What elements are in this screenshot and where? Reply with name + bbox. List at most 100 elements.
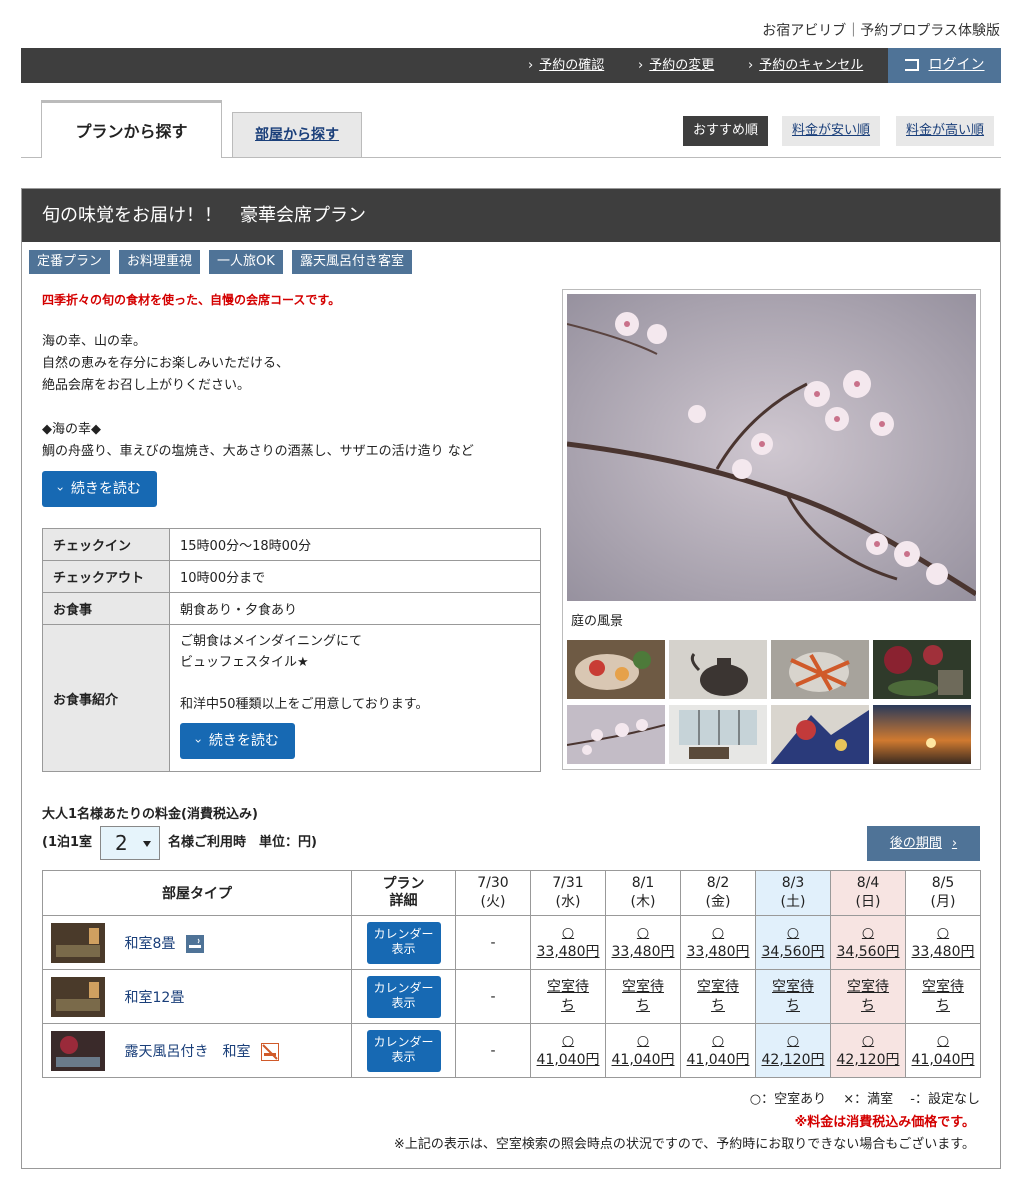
room-thumb-cell xyxy=(42,969,115,1024)
people-count-select[interactable]: 2 xyxy=(100,826,160,860)
calendar-button[interactable]: カレンダー 表示 xyxy=(366,921,441,964)
rate-cell[interactable]: ○ 33,480円 xyxy=(530,915,606,970)
people-suffix-label: 名様ご利用時 単位：円) xyxy=(168,835,317,850)
cherry-blossom-photo xyxy=(567,294,976,601)
header-date: 7/31 (水) xyxy=(530,870,606,916)
plan-title: 旬の味覚をお届け！！ 豪華会席プラン xyxy=(22,189,1000,242)
checkin-label: チェックイン xyxy=(42,528,170,561)
nav-reservation-change[interactable]: 予約の変更 xyxy=(638,48,714,83)
room-photo[interactable] xyxy=(51,1030,105,1071)
thumbnail[interactable] xyxy=(567,640,665,699)
room-photo[interactable] xyxy=(51,976,105,1017)
sunset-photo xyxy=(873,705,971,764)
tab-search-by-room[interactable]: 部屋から探す xyxy=(232,112,362,157)
room-name-cell: 和室12畳 xyxy=(114,969,352,1024)
header-date: 8/1 (木) xyxy=(605,870,681,916)
photo-caption: 庭の風景 xyxy=(571,614,624,629)
chevron-down-icon: › xyxy=(191,738,206,744)
room-window-photo xyxy=(669,705,767,764)
rate-cell[interactable]: ○ 41,040円 xyxy=(530,1023,606,1078)
tab-search-by-plan[interactable]: プランから探す xyxy=(41,100,222,158)
smoking-icon xyxy=(185,934,204,953)
thumbnail[interactable] xyxy=(669,640,767,699)
sort-price-high[interactable]: 料金が高い順 xyxy=(896,116,995,146)
rate-cell[interactable]: ○ 34,560円 xyxy=(755,915,831,970)
meal-intro-text: ご朝食はメインダイニングにて ビュッフェスタイル★ 和洋中50種類以上をご用意し… xyxy=(180,634,429,712)
rate-cell[interactable]: 空室待 ち xyxy=(530,969,606,1024)
nav-reservation-check[interactable]: 予約の確認 xyxy=(528,48,604,83)
thumbnail[interactable] xyxy=(873,640,971,699)
meal-read-more-button[interactable]: › 続きを読む xyxy=(180,723,295,759)
rate-cell[interactable]: ○ 41,040円 xyxy=(680,1023,756,1078)
rate-cell[interactable]: 空室待 ち xyxy=(680,969,756,1024)
table-row: 和室12畳 カレンダー 表示 - 空室待 ち 空室待 ち 空室待 ち 空室待 ち… xyxy=(42,969,981,1024)
price-title: 大人1名様あたりの料金(消費税込み) xyxy=(42,807,258,822)
room-name-cell: 露天風呂付き 和室 xyxy=(114,1023,352,1078)
plan-description: 海の幸、山の幸。 自然の恵みを存分にお楽しみいただける、 絶品会席をお召し上がり… xyxy=(42,334,474,459)
checkin-value: 15時00分～18時00分 xyxy=(169,528,541,561)
calendar-cell: カレンダー 表示 xyxy=(351,915,456,970)
rate-cell[interactable]: ○ 34,560円 xyxy=(830,915,906,970)
thumbnail[interactable] xyxy=(873,705,971,764)
room-name-cell: 和室8畳 xyxy=(114,915,352,970)
thumbnail[interactable] xyxy=(669,705,767,764)
rate-cell[interactable]: ○ 33,480円 xyxy=(680,915,756,970)
teapot-photo xyxy=(669,640,767,699)
table-row: 露天風呂付き 和室 カレンダー 表示 - ○ 41,040円 ○ 41,040円… xyxy=(42,1023,981,1078)
header-date: 7/30 (火) xyxy=(455,870,531,916)
rate-cell[interactable]: 空室待 ち xyxy=(605,969,681,1024)
no-smoking-icon xyxy=(260,1042,279,1061)
rate-cell: - xyxy=(455,915,531,970)
rate-cell[interactable]: ○ 33,480円 xyxy=(905,915,981,970)
calendar-cell: カレンダー 表示 xyxy=(351,1023,456,1078)
photo-gallery: 庭の風景 xyxy=(562,289,981,770)
sashimi-photo xyxy=(567,640,665,699)
rate-cell[interactable]: 空室待 ち xyxy=(830,969,906,1024)
room-photo[interactable] xyxy=(51,922,105,963)
calendar-button[interactable]: カレンダー 表示 xyxy=(366,975,441,1018)
login-label: ログイン xyxy=(928,57,985,73)
kimono-photo xyxy=(771,705,869,764)
rate-cell[interactable]: 空室待 ち xyxy=(755,969,831,1024)
meal-intro-cell: ご朝食はメインダイニングにて ビュッフェスタイル★ 和洋中50種類以上をご用意し… xyxy=(169,624,541,772)
table-row: 和室8畳 カレンダー 表示 - ○ 33,480円 ○ 33,480円 ○ 33… xyxy=(42,915,981,970)
room-link[interactable]: 和室12畳 xyxy=(125,990,185,1006)
people-count-value: 2 xyxy=(115,831,128,855)
crab-photo xyxy=(771,640,869,699)
badge: 露天風呂付き客室 xyxy=(292,250,413,274)
main-photo[interactable] xyxy=(567,294,976,601)
garden-photo xyxy=(873,640,971,699)
room-link[interactable]: 露天風呂付き 和室 xyxy=(125,1044,251,1060)
thumbnail[interactable] xyxy=(567,705,665,764)
badge: 一人旅OK xyxy=(209,250,283,274)
login-button[interactable]: ログイン xyxy=(888,48,1001,83)
meal-intro-label: お食事紹介 xyxy=(42,624,170,772)
rate-cell[interactable]: ○ 42,120円 xyxy=(830,1023,906,1078)
rate-cell[interactable]: ○ 41,040円 xyxy=(905,1023,981,1078)
rate-cell: - xyxy=(455,969,531,1024)
sort-price-low[interactable]: 料金が安い順 xyxy=(782,116,881,146)
room-thumb-cell xyxy=(42,915,115,970)
cherry-blossom-thumb xyxy=(567,705,665,764)
badge: お料理重視 xyxy=(119,250,201,274)
top-nav-bar: 予約の確認 予約の変更 予約のキャンセル ログイン xyxy=(21,48,1001,83)
header-date-saturday: 8/3 (土) xyxy=(755,870,831,916)
rate-cell[interactable]: ○ 42,120円 xyxy=(755,1023,831,1078)
tax-note: ※料金は消費税込み価格です。 xyxy=(794,1115,975,1130)
next-period-button[interactable]: 後の期間 › xyxy=(867,826,980,861)
thumbnail[interactable] xyxy=(771,705,869,764)
read-more-button[interactable]: › 続きを読む xyxy=(42,471,157,507)
room-link[interactable]: 和室8畳 xyxy=(125,936,176,952)
rate-cell[interactable]: 空室待 ち xyxy=(905,969,981,1024)
per-room-label: (1泊1室 xyxy=(42,835,93,850)
next-period-label: 後の期間 xyxy=(889,836,942,851)
site-title: お宿アビリブ｜予約プロプラス体験版 xyxy=(762,23,1000,39)
calendar-button[interactable]: カレンダー 表示 xyxy=(366,1029,441,1072)
read-more-label: 続きを読む xyxy=(70,481,141,497)
sort-recommend[interactable]: おすすめ順 xyxy=(683,116,769,146)
nav-reservation-cancel[interactable]: 予約のキャンセル xyxy=(748,48,863,83)
plan-lead: 四季折々の旬の食材を使った、自慢の会席コースです。 xyxy=(42,293,341,307)
rate-cell[interactable]: ○ 33,480円 xyxy=(605,915,681,970)
thumbnail[interactable] xyxy=(771,640,869,699)
rate-cell[interactable]: ○ 41,040円 xyxy=(605,1023,681,1078)
